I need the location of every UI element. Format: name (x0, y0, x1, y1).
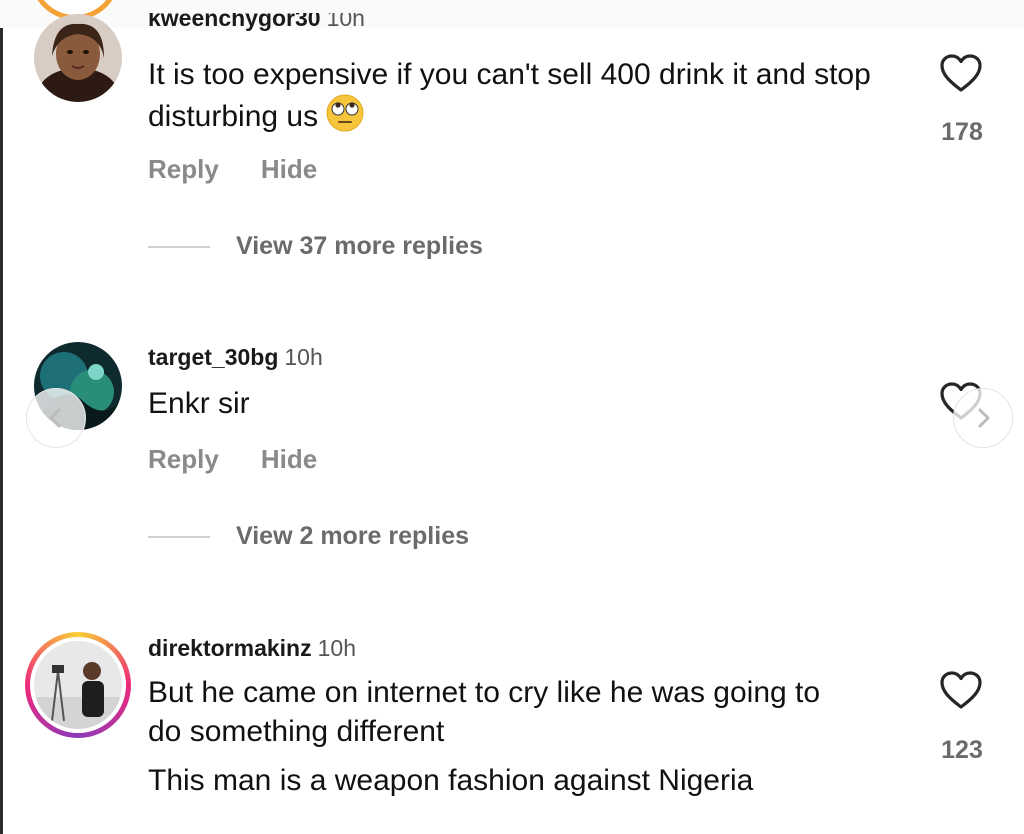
hide-button[interactable]: Hide (261, 444, 317, 474)
story-ring[interactable] (25, 632, 131, 738)
like-count: 178 (941, 118, 983, 146)
carousel-next-button[interactable] (953, 388, 1013, 448)
hide-button[interactable]: Hide (261, 154, 317, 184)
username[interactable]: target_30bg 10h (148, 344, 323, 371)
reply-button[interactable]: Reply (148, 154, 219, 184)
comment-text-continued: This man is a weapon fashion against Nig… (148, 764, 754, 797)
chevron-left-icon (49, 408, 61, 428)
timestamp: 10h (317, 635, 356, 661)
username[interactable]: kweenchygor30 10h (148, 13, 365, 39)
eye-roll-emoji (326, 94, 364, 132)
divider-line (148, 536, 210, 539)
view-more-replies[interactable]: View 2 more replies (148, 522, 469, 551)
avatar[interactable] (34, 641, 122, 729)
left-edge (0, 0, 3, 834)
carousel-prev-button[interactable] (26, 388, 86, 448)
comment-text: Enkr sir (148, 387, 250, 420)
username[interactable]: direktormakinz 10h (148, 635, 356, 662)
comment-actions: Reply Hide (148, 154, 359, 185)
timestamp: 10h (284, 344, 323, 370)
heart-icon[interactable] (939, 53, 983, 93)
avatar[interactable] (34, 14, 122, 102)
divider-line (148, 246, 210, 249)
comment-text: It is too expensive if you can't sell 40… (148, 58, 871, 133)
comment-actions: Reply Hide (148, 444, 359, 475)
comment-text: But he came on internet to cry like he w… (148, 676, 821, 748)
chevron-right-icon (978, 408, 990, 428)
timestamp: 10h (326, 13, 365, 31)
like-count: 123 (941, 736, 983, 764)
heart-icon[interactable] (939, 670, 983, 710)
view-more-replies[interactable]: View 37 more replies (148, 232, 483, 261)
reply-button[interactable]: Reply (148, 444, 219, 474)
